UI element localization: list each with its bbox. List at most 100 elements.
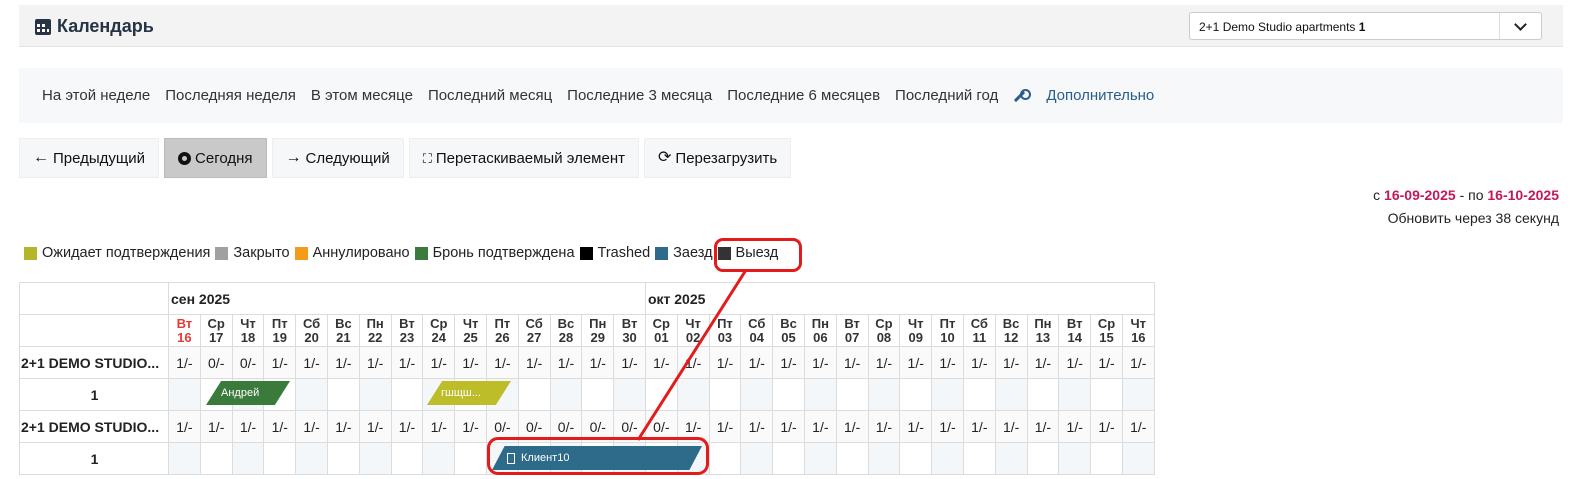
- availability-cell[interactable]: 1/-: [326, 346, 360, 379]
- availability-cell[interactable]: 1/-: [199, 410, 233, 443]
- availability-cell[interactable]: 1/-: [803, 410, 837, 443]
- availability-cell[interactable]: 1/-: [1026, 346, 1060, 379]
- booking-cell[interactable]: [899, 378, 933, 411]
- range-last-week[interactable]: Последняя неделя: [165, 87, 296, 104]
- booking-cell[interactable]: [994, 442, 1028, 475]
- availability-cell[interactable]: 1/-: [231, 410, 265, 443]
- booking-cell[interactable]: [613, 378, 646, 411]
- booking-cell[interactable]: [1058, 442, 1092, 475]
- booking-cell[interactable]: [295, 442, 328, 475]
- availability-cell[interactable]: 1/-: [962, 410, 996, 443]
- availability-cell[interactable]: 1/-: [358, 410, 392, 443]
- availability-cell[interactable]: 1/-: [1026, 410, 1060, 443]
- booking-cell[interactable]: [326, 378, 360, 411]
- availability-cell[interactable]: 1/-: [263, 346, 297, 379]
- booking-cell[interactable]: [676, 378, 710, 411]
- booking-cell[interactable]: [454, 442, 487, 475]
- availability-cell[interactable]: 1/-: [994, 410, 1028, 443]
- booking-cell[interactable]: [263, 442, 297, 475]
- booking-cell[interactable]: [835, 378, 869, 411]
- availability-cell[interactable]: 1/-: [422, 346, 456, 379]
- property-select[interactable]: 2+1 Demo Studio apartments 1: [1189, 12, 1542, 40]
- booking-cell[interactable]: [931, 378, 964, 411]
- availability-cell[interactable]: 1/-: [549, 346, 583, 379]
- booking-cell[interactable]: [1058, 378, 1092, 411]
- availability-cell[interactable]: 1/-: [962, 346, 996, 379]
- availability-cell[interactable]: 1/-: [708, 410, 742, 443]
- availability-cell[interactable]: 1/-: [422, 410, 456, 443]
- availability-cell[interactable]: 1/-: [1090, 346, 1123, 379]
- availability-cell[interactable]: 1/-: [295, 346, 328, 379]
- availability-cell[interactable]: 1/-: [1090, 410, 1123, 443]
- booking-cell[interactable]: [708, 378, 742, 411]
- booking-cell[interactable]: [835, 442, 869, 475]
- booking-cell[interactable]: [358, 442, 392, 475]
- availability-cell[interactable]: 1/-: [1121, 410, 1155, 443]
- availability-cell[interactable]: 1/-: [390, 346, 424, 379]
- availability-cell[interactable]: 1/-: [517, 346, 551, 379]
- availability-cell[interactable]: 1/-: [581, 346, 615, 379]
- booking-cell[interactable]: [867, 378, 901, 411]
- booking-cell[interactable]: [962, 378, 996, 411]
- booking-cell[interactable]: [390, 378, 424, 411]
- booking-cell[interactable]: [1121, 378, 1155, 411]
- availability-cell[interactable]: 1/-: [772, 346, 805, 379]
- booking-cell[interactable]: [740, 378, 774, 411]
- today-button[interactable]: Сегодня: [164, 138, 267, 178]
- booking-cell[interactable]: [867, 442, 901, 475]
- booking-cell[interactable]: [422, 442, 456, 475]
- range-last-3-months[interactable]: Последние 3 месяца: [567, 87, 712, 104]
- booking-cell[interactable]: [295, 378, 328, 411]
- range-this-week[interactable]: На этой неделе: [42, 87, 150, 104]
- prev-button[interactable]: ← Предыдущий: [19, 138, 160, 178]
- availability-cell[interactable]: 1/-: [613, 346, 646, 379]
- booking-cell[interactable]: [772, 378, 805, 411]
- availability-cell[interactable]: 1/-: [1058, 410, 1092, 443]
- range-last-6-months[interactable]: Последние 6 месяцев: [727, 87, 880, 104]
- availability-cell[interactable]: 1/-: [326, 410, 360, 443]
- booking-cell[interactable]: [644, 378, 678, 411]
- booking-cell[interactable]: [581, 378, 615, 411]
- booking-cell[interactable]: [231, 442, 265, 475]
- availability-cell[interactable]: 1/-: [263, 410, 297, 443]
- booking-cell[interactable]: [803, 442, 837, 475]
- availability-cell[interactable]: 1/-: [803, 346, 837, 379]
- availability-cell[interactable]: 1/-: [867, 410, 901, 443]
- booking-cell[interactable]: [390, 442, 424, 475]
- availability-cell[interactable]: 1/-: [168, 346, 201, 379]
- booking-cell[interactable]: [549, 378, 583, 411]
- availability-cell[interactable]: 1/-: [931, 410, 964, 443]
- booking-cell[interactable]: [358, 378, 392, 411]
- availability-cell[interactable]: 1/-: [867, 346, 901, 379]
- availability-cell[interactable]: 1/-: [295, 410, 328, 443]
- availability-cell[interactable]: 1/-: [676, 346, 710, 379]
- booking-cell[interactable]: [772, 442, 805, 475]
- booking-cell[interactable]: [1026, 378, 1060, 411]
- booking-cell[interactable]: [740, 442, 774, 475]
- availability-cell[interactable]: 1/-: [899, 346, 933, 379]
- range-this-month[interactable]: В этом месяце: [311, 87, 413, 104]
- availability-cell[interactable]: 1/-: [485, 346, 519, 379]
- booking-cell[interactable]: [1121, 442, 1155, 475]
- availability-cell[interactable]: 1/-: [994, 346, 1028, 379]
- availability-cell[interactable]: 1/-: [772, 410, 805, 443]
- booking-cell[interactable]: [1090, 378, 1123, 411]
- reload-button[interactable]: ⟳ Перезагрузить: [644, 138, 792, 178]
- availability-cell[interactable]: 1/-: [390, 410, 424, 443]
- draggable-button[interactable]: ⛶ Перетаскиваемый элемент: [408, 138, 639, 178]
- availability-cell[interactable]: 1/-: [740, 346, 774, 379]
- booking-cell[interactable]: [168, 378, 201, 411]
- booking-cell[interactable]: [1090, 442, 1123, 475]
- availability-cell[interactable]: 1/-: [899, 410, 933, 443]
- booking-cell[interactable]: [899, 442, 933, 475]
- range-more-link[interactable]: Дополнительно: [1013, 87, 1169, 104]
- availability-cell[interactable]: 1/-: [931, 346, 964, 379]
- booking-cell[interactable]: [168, 442, 201, 475]
- booking-cell[interactable]: [326, 442, 360, 475]
- availability-cell[interactable]: 1/-: [708, 346, 742, 379]
- booking-cell[interactable]: [994, 378, 1028, 411]
- availability-cell[interactable]: 1/-: [835, 346, 869, 379]
- next-button[interactable]: → Следующий: [271, 138, 404, 178]
- availability-cell[interactable]: 0/-: [231, 346, 265, 379]
- booking-cell[interactable]: [517, 378, 551, 411]
